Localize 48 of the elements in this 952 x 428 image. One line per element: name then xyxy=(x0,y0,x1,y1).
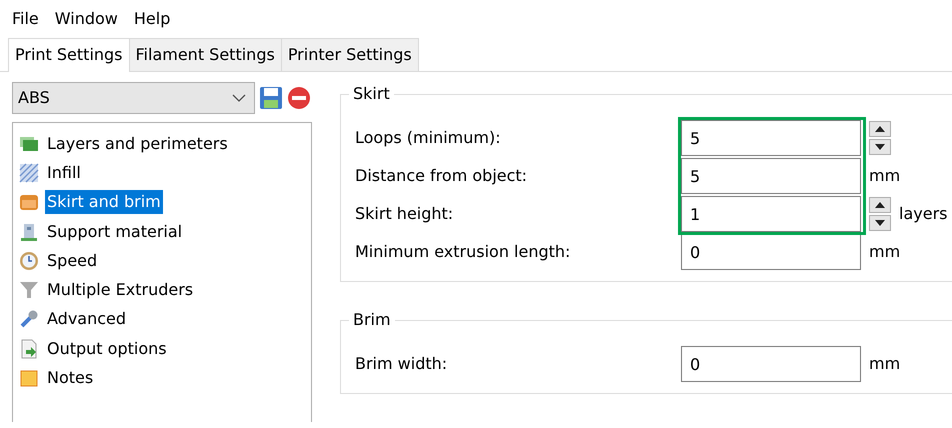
input-field[interactable]: 5 xyxy=(681,120,861,156)
skirt-icon xyxy=(19,192,39,212)
caret-icon xyxy=(232,94,246,102)
input-field[interactable]: 1 xyxy=(681,196,861,232)
input-field[interactable]: 0 xyxy=(681,234,861,270)
down-triangle-icon xyxy=(875,144,885,150)
menu-item[interactable]: Window xyxy=(50,5,122,33)
spin-up-button[interactable] xyxy=(869,121,891,137)
speed-icon xyxy=(19,250,39,271)
field-label: Distance from object: xyxy=(355,165,528,187)
preset-dropdown[interactable]: ABS xyxy=(12,82,255,114)
unit-label: mm xyxy=(869,241,900,263)
field-label: Brim width: xyxy=(355,353,448,375)
spin-up-button[interactable] xyxy=(869,197,891,213)
input-field[interactable]: 5 xyxy=(681,158,861,194)
sidebar-item[interactable]: Support material xyxy=(45,220,184,244)
down-triangle-icon xyxy=(875,220,885,226)
unit-label: mm xyxy=(869,165,900,187)
output-icon xyxy=(19,338,39,359)
menu-item[interactable]: File xyxy=(8,5,43,33)
sidebar-item[interactable]: Multiple Extruders xyxy=(45,278,196,302)
sidebar-item[interactable]: Infill xyxy=(45,160,83,185)
sidebar-item[interactable]: Skirt and brim xyxy=(45,190,163,214)
spin-down-button[interactable] xyxy=(869,215,891,231)
up-triangle-icon xyxy=(875,126,885,132)
field-label: Minimum extrusion length: xyxy=(355,241,572,263)
sidebar-item[interactable]: Layers and perimeters xyxy=(45,132,230,156)
unit-label: mm xyxy=(869,353,900,375)
notes-icon xyxy=(19,368,39,388)
spin-down-button[interactable] xyxy=(869,139,891,155)
infill-icon xyxy=(19,162,39,183)
field-label: Loops (minimum): xyxy=(355,127,502,149)
tab[interactable]: Filament Settings xyxy=(128,38,282,71)
tab[interactable]: Printer Settings xyxy=(280,38,419,71)
sidebar-item[interactable]: Output options xyxy=(45,336,169,361)
sidebar-item[interactable]: Notes xyxy=(45,366,96,390)
delete-icon[interactable] xyxy=(287,86,311,110)
unit-label: layers xyxy=(899,203,948,225)
sidebar-item[interactable]: Advanced xyxy=(45,307,128,332)
menu-item[interactable]: Help xyxy=(130,5,174,33)
funnel-icon xyxy=(19,280,39,300)
sidebar-item[interactable]: Speed xyxy=(45,248,100,273)
support-icon xyxy=(19,222,39,242)
input-field[interactable]: 0 xyxy=(681,346,861,382)
tab[interactable]: Print Settings xyxy=(8,38,130,72)
field-label: Skirt height: xyxy=(355,203,454,225)
up-triangle-icon xyxy=(875,202,885,208)
save-icon[interactable] xyxy=(259,86,283,110)
